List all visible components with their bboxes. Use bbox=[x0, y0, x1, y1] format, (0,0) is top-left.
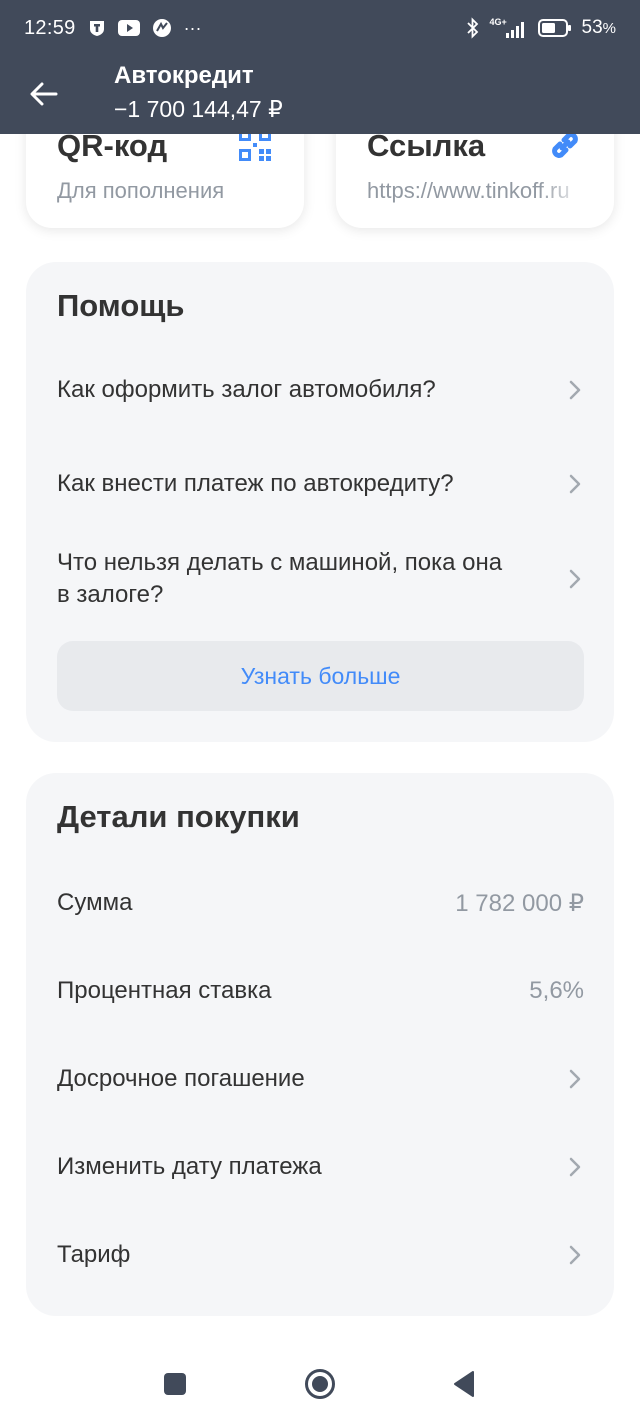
loan-balance: −1 700 144,47 ₽ bbox=[114, 96, 283, 122]
chevron-right-icon bbox=[566, 1067, 584, 1091]
details-row-interest-rate: Процентная ставка 5,6% bbox=[57, 971, 584, 1011]
details-row-value: 1 782 000 ₽ bbox=[455, 889, 584, 917]
help-heading: Помощь bbox=[57, 288, 185, 323]
battery-percent: 53% bbox=[582, 17, 616, 39]
purchase-details-card: Детали покупки Сумма 1 782 000 ₽ Процент… bbox=[26, 773, 614, 1316]
notification-shield-icon bbox=[88, 19, 106, 37]
battery-percent-suffix: % bbox=[602, 20, 616, 37]
more-notifications-icon: ··· bbox=[183, 17, 202, 38]
chevron-right-icon bbox=[566, 378, 584, 402]
details-row-label: Изменить дату платежа bbox=[57, 1153, 322, 1180]
app-bar: Автокредит −1 700 144,47 ₽ bbox=[0, 56, 640, 134]
help-item-car-pledge[interactable]: Как оформить залог автомобиля? bbox=[57, 370, 584, 410]
system-back-button[interactable] bbox=[448, 1368, 480, 1400]
status-bar: 12:59 ··· 4G+ 53% bbox=[0, 0, 640, 56]
arrow-left-icon bbox=[30, 82, 58, 106]
details-row-amount: Сумма 1 782 000 ₽ bbox=[57, 883, 584, 923]
bluetooth-icon bbox=[466, 17, 480, 39]
learn-more-button[interactable]: Узнать больше bbox=[57, 641, 584, 711]
help-item-label: Как оформить залог автомобиля? bbox=[57, 376, 436, 403]
content-scroll-area[interactable]: QR-код Для пополнения Ссылка https://www… bbox=[0, 0, 640, 1340]
chevron-right-icon bbox=[566, 472, 584, 496]
back-button[interactable] bbox=[22, 72, 66, 116]
system-nav-bar bbox=[0, 1340, 640, 1423]
details-row-label: Сумма bbox=[57, 889, 133, 916]
battery-percent-value: 53 bbox=[581, 17, 603, 38]
details-row-label: Процентная ставка bbox=[57, 977, 272, 1004]
details-row-label: Досрочное погашение bbox=[57, 1065, 305, 1092]
help-card: Помощь Как оформить залог автомобиля? Ка… bbox=[26, 262, 614, 742]
page-title: Автокредит bbox=[114, 62, 254, 89]
youtube-icon bbox=[117, 20, 140, 36]
qr-code-tile-subtitle: Для пополнения bbox=[57, 178, 225, 203]
home-button[interactable] bbox=[304, 1368, 336, 1400]
chevron-right-icon bbox=[566, 1243, 584, 1267]
signal-icon: 4G+ bbox=[490, 17, 528, 39]
top-header: 12:59 ··· 4G+ 53% Автокредит −1 700 144,… bbox=[0, 0, 640, 134]
help-item-payment[interactable]: Как внести платеж по автокредиту? bbox=[57, 464, 584, 504]
details-row-value: 5,6% bbox=[529, 977, 584, 1004]
triangle-back-icon bbox=[454, 1371, 474, 1397]
status-time: 12:59 bbox=[24, 16, 76, 39]
details-row-change-payment-date[interactable]: Изменить дату платежа bbox=[57, 1147, 584, 1187]
chevron-right-icon bbox=[566, 567, 584, 591]
recent-apps-button[interactable] bbox=[159, 1368, 191, 1400]
app-notification-icon bbox=[152, 18, 172, 38]
details-row-early-repayment[interactable]: Досрочное погашение bbox=[57, 1059, 584, 1099]
help-item-label: Что нельзя делать с машиной, пока она в … bbox=[57, 549, 503, 608]
details-row-label: Тариф bbox=[57, 1241, 131, 1268]
help-item-label: Как внести платеж по автокредиту? bbox=[57, 470, 454, 497]
square-icon bbox=[164, 1373, 186, 1395]
chevron-right-icon bbox=[566, 1155, 584, 1179]
details-row-tariff[interactable]: Тариф bbox=[57, 1235, 584, 1275]
link-tile-url: https://www.tinkoff.ru bbox=[367, 178, 570, 203]
battery-icon bbox=[537, 19, 572, 37]
circle-icon bbox=[305, 1369, 335, 1399]
purchase-details-heading: Детали покупки bbox=[57, 799, 300, 834]
help-item-restrictions[interactable]: Что нельзя делать с машиной, пока она в … bbox=[57, 546, 584, 612]
